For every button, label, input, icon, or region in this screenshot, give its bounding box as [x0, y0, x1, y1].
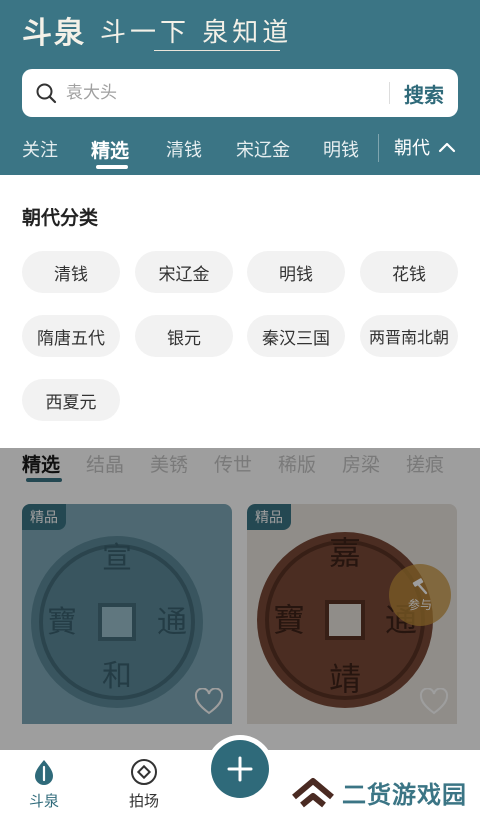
tab-ming[interactable]: 明钱 — [323, 136, 359, 162]
tab-featured[interactable]: 精选 — [91, 136, 129, 163]
tab-song-liao-jin[interactable]: 宋辽金 — [236, 136, 290, 162]
watermark: 二货游戏园 — [290, 768, 467, 816]
search-button[interactable]: 搜索 — [390, 79, 458, 108]
dim-overlay[interactable] — [0, 448, 480, 750]
nav-home[interactable]: 斗泉 — [14, 758, 74, 811]
plus-icon — [227, 756, 253, 782]
watermark-logo — [292, 778, 334, 808]
dynasty-chip-qin-han[interactable]: 秦汉三国 — [247, 315, 345, 357]
tab-separator — [378, 134, 379, 162]
search-input[interactable] — [66, 83, 366, 103]
tab-follow[interactable]: 关注 — [22, 136, 58, 162]
dynasty-chip-ming[interactable]: 明钱 — [247, 251, 345, 293]
search-bar[interactable]: 搜索 — [22, 69, 458, 117]
app-logo: 斗泉 — [22, 16, 86, 51]
dynasty-dropdown-toggle[interactable]: 朝代 — [394, 134, 456, 160]
app-header: 斗泉 斗一下 泉知道 搜索 关注 精选 清钱 宋辽金 明钱 朝代 — [0, 0, 480, 175]
dynasty-chip-sui-tang[interactable]: 隋唐五代 — [22, 315, 120, 357]
app-slogan: 斗一下 泉知道 — [100, 12, 292, 51]
dynasty-chip-hua[interactable]: 花钱 — [360, 251, 458, 293]
nav-auction-label: 拍场 — [128, 792, 159, 810]
auction-icon — [131, 759, 157, 785]
panel-title: 朝代分类 — [22, 207, 99, 229]
tab-qing[interactable]: 清钱 — [166, 136, 202, 162]
dynasty-chip-xixia-yuan[interactable]: 西夏元 — [22, 379, 120, 421]
chevron-up-icon — [438, 142, 456, 153]
tab-active-indicator — [96, 165, 128, 169]
dynasty-chip-song-liao-jin[interactable]: 宋辽金 — [135, 251, 233, 293]
search-icon — [26, 69, 66, 117]
publish-button[interactable] — [211, 740, 269, 798]
dynasty-chip-silver[interactable]: 银元 — [135, 315, 233, 357]
category-tabs: 关注 精选 清钱 宋辽金 明钱 朝代 — [0, 130, 480, 170]
watermark-text: 二货游戏园 — [342, 780, 467, 809]
drop-icon — [35, 760, 53, 785]
dynasty-tab-label: 朝代 — [394, 138, 430, 159]
dynasty-chip-jin-nanbei[interactable]: 两晋南北朝 — [360, 315, 458, 357]
logo-row: 斗泉 斗一下 泉知道 — [22, 8, 292, 52]
dynasty-panel: 朝代分类 清钱 宋辽金 明钱 花钱 隋唐五代 银元 秦汉三国 两晋南北朝 西夏元 — [0, 175, 480, 448]
nav-auction[interactable]: 拍场 — [114, 758, 174, 811]
nav-home-label: 斗泉 — [28, 792, 59, 810]
dynasty-chip-qing[interactable]: 清钱 — [22, 251, 120, 293]
